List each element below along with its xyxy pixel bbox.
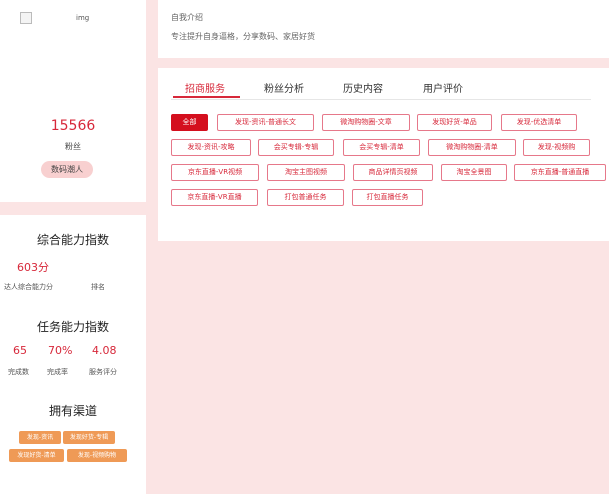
profile-card: img 15566 粉丝 数码潮人 — [0, 0, 146, 202]
filter-button[interactable]: 发现-资讯-攻略 — [171, 139, 251, 156]
filter-button[interactable]: 淘宝主图视频 — [267, 164, 345, 181]
intro-card: 自我介绍 专注提升自身逼格，分享数码、家居好货 — [158, 0, 609, 58]
ability-title: 综合能力指数 — [36, 233, 109, 247]
filter-button[interactable]: 京东直播-VR视频 — [171, 164, 259, 181]
tab-reviews[interactable]: 用户评价 — [423, 80, 463, 98]
broken-image-icon — [20, 12, 32, 24]
filter-button[interactable]: 打包普通任务 — [267, 189, 344, 206]
ability-score-label: 达人综合能力分 — [4, 283, 53, 291]
channel-chip: 发现-视频购物 — [67, 449, 127, 462]
abilities-card: 综合能力指数 603分 达人综合能力分 排名 任务能力指数 65 70% 4.0… — [0, 215, 146, 494]
rank-label: 排名 — [91, 283, 105, 291]
channel-chip: 发现好货-清单 — [9, 449, 64, 462]
filter-button[interactable]: 发现-视频购 — [523, 139, 590, 156]
profile-tag: 数码潮人 — [41, 161, 93, 178]
fans-count: 15566 — [50, 118, 96, 134]
active-tab-indicator — [173, 96, 240, 98]
filter-button[interactable]: 京东直播-普通直播 — [514, 164, 606, 181]
service-panel: 招商服务 粉丝分析 历史内容 用户评价 全部 发现-资讯-普通长文 微淘购物圈-… — [158, 68, 609, 241]
avatar-alt-text: img — [76, 14, 90, 22]
filter-button[interactable]: 淘宝全景图 — [441, 164, 507, 181]
task-title: 任务能力指数 — [36, 320, 109, 334]
task-rate-label: 完成率 — [47, 368, 68, 376]
task-completed-label: 完成数 — [8, 368, 29, 376]
tab-fans-analysis[interactable]: 粉丝分析 — [264, 80, 304, 98]
task-service-label: 服务评分 — [89, 368, 117, 376]
filter-button[interactable]: 发现-资讯-普通长文 — [217, 114, 314, 131]
filter-button[interactable]: 微淘购物圈-清单 — [428, 139, 516, 156]
channels-title: 拥有渠道 — [48, 404, 97, 418]
filter-button[interactable]: 会买专辑-专辑 — [258, 139, 334, 156]
filter-button[interactable]: 发现好货-单品 — [417, 114, 492, 131]
filter-button[interactable]: 会买专辑-清单 — [343, 139, 420, 156]
filter-button[interactable]: 微淘购物圈-文章 — [322, 114, 410, 131]
tab-history[interactable]: 历史内容 — [343, 80, 383, 98]
filter-button[interactable]: 打包直播任务 — [352, 189, 423, 206]
intro-title: 自我介绍 — [171, 13, 203, 22]
fans-label: 粉丝 — [65, 142, 81, 151]
filter-button[interactable]: 发现-优选清单 — [501, 114, 577, 131]
task-service-score: 4.08 — [92, 344, 117, 357]
left-sidebar: img 15566 粉丝 数码潮人 综合能力指数 603分 达人综合能力分 排名… — [0, 0, 146, 494]
intro-text: 专注提升自身逼格，分享数码、家居好货 — [171, 32, 315, 41]
filter-button[interactable]: 京东直播-VR直播 — [171, 189, 258, 206]
task-completed: 65 — [13, 344, 27, 357]
filter-button[interactable]: 商品详情页视频 — [353, 164, 433, 181]
task-rate: 70% — [48, 344, 73, 357]
channel-chip: 发现好货-专辑 — [63, 431, 115, 444]
filter-all[interactable]: 全部 — [171, 114, 208, 131]
channel-chip: 发现-资讯 — [19, 431, 61, 444]
avatar: img — [20, 12, 89, 24]
ability-score: 603分 — [17, 261, 49, 274]
